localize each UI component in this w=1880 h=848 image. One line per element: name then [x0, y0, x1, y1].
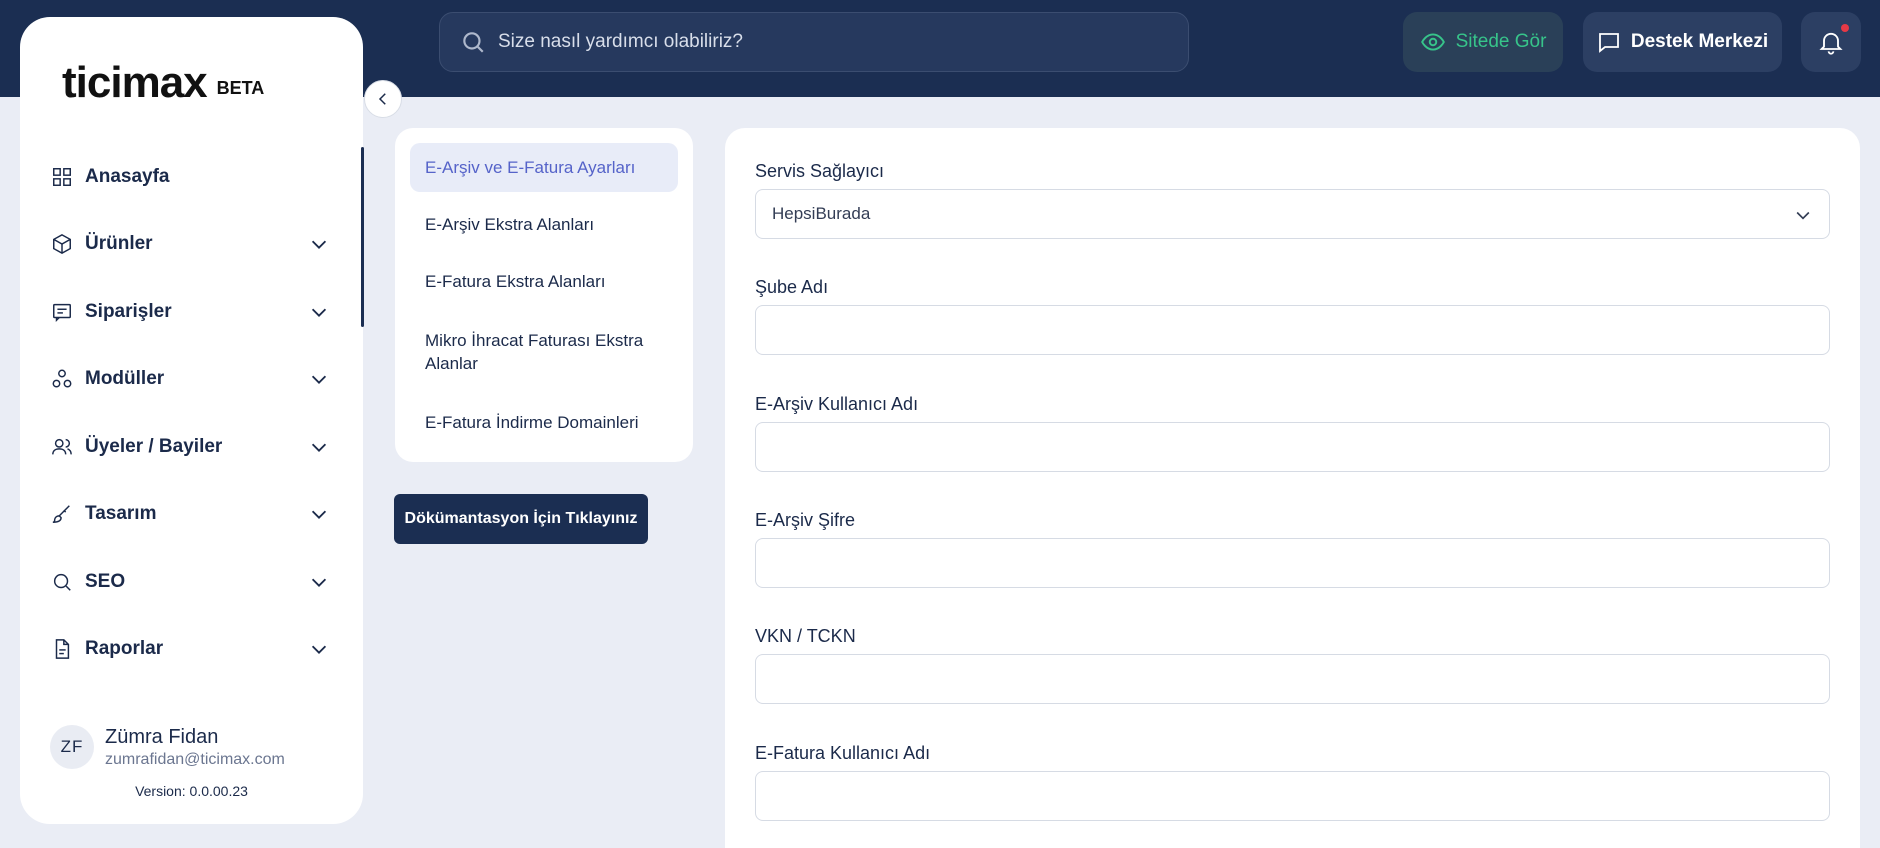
service-provider-label: Servis Sağlayıcı: [755, 161, 885, 181]
e-arsiv-kullanici-adi-label: E-Arşiv Kullanıcı Adı: [755, 394, 919, 414]
sidebar-item-urunler[interactable]: Ürünler: [50, 224, 330, 264]
sidebar-item-moduller[interactable]: Modüller: [50, 359, 330, 399]
sidebar-item-siparisler[interactable]: Siparişler: [50, 292, 330, 332]
sidebar-item-anasayfa[interactable]: Anasayfa: [50, 157, 330, 197]
e-arsiv-kullanici-adi-field[interactable]: [755, 422, 1830, 472]
search-icon: [463, 32, 484, 53]
tab-mikro-ihracat-faturasi[interactable]: Mikro İhracat Faturası Ekstra Alanlar: [410, 324, 678, 380]
users-icon: [50, 435, 74, 459]
notification-badge: [1841, 24, 1849, 32]
brand-logo[interactable]: ticimax BETA: [62, 61, 264, 105]
brush-icon: [50, 502, 74, 526]
eye-icon: [1420, 33, 1445, 51]
tab-e-fatura-ekstra-alanlari[interactable]: E-Fatura Ekstra Alanları: [410, 257, 678, 306]
vkn-tckn-field[interactable]: [755, 654, 1830, 704]
documentation-button[interactable]: Dökümantasyon İçin Tıklayınız: [394, 494, 648, 544]
service-provider-select[interactable]: HepsiBurada: [755, 189, 1830, 239]
avatar: ZF: [50, 725, 94, 769]
support-center-button[interactable]: Destek Merkezi: [1583, 12, 1782, 72]
e-arsiv-sifre-label: E-Arşiv Şifre: [755, 510, 856, 530]
sidebar-item-label: Tasarım: [85, 503, 157, 524]
bell-icon: [1819, 32, 1843, 55]
document-icon: [50, 637, 74, 661]
chevron-down-icon: [311, 375, 327, 384]
box-icon: [50, 232, 74, 256]
modules-icon: [50, 367, 74, 391]
chevron-down-icon: [311, 308, 327, 317]
collapse-sidebar-button[interactable]: [364, 80, 402, 118]
e-fatura-kullanici-adi-field[interactable]: [755, 771, 1830, 821]
chevron-left-icon: [378, 93, 386, 105]
sidebar-item-label: Raporlar: [85, 638, 164, 659]
service-provider-value: HepsiBurada: [772, 204, 871, 223]
sidebar-item-label: Üyeler / Bayiler: [85, 436, 223, 457]
chevron-down-icon: [311, 240, 327, 249]
tab-e-arsiv-e-fatura-ayarlari[interactable]: E-Arşiv ve E-Fatura Ayarları: [410, 143, 678, 192]
user-email: zumrafidan@ticimax.com: [105, 750, 285, 768]
sube-adi-label: Şube Adı: [755, 277, 829, 297]
tab-e-fatura-indirme-domainleri[interactable]: E-Fatura İndirme Domainleri: [410, 398, 678, 447]
chat-icon: [1598, 33, 1619, 53]
notifications-button[interactable]: [1801, 12, 1861, 72]
sidebar-item-label: Modüller: [85, 368, 165, 389]
e-arsiv-sifre-field[interactable]: [755, 538, 1830, 588]
sidebar-item-label: SEO: [85, 571, 126, 592]
logo-wordmark: ticimax: [62, 58, 208, 107]
sidebar-item-seo[interactable]: SEO: [50, 562, 330, 602]
grid-icon: [50, 165, 74, 189]
user-profile[interactable]: ZF Zümra Fidan zumrafidan@ticimax.com: [50, 725, 285, 769]
sidebar-item-uyeler-bayiler[interactable]: Üyeler / Bayiler: [50, 427, 330, 467]
sube-adi-field[interactable]: [755, 305, 1830, 355]
chevron-down-icon: [311, 510, 327, 519]
view-on-site-button[interactable]: Sitede Gör: [1403, 12, 1563, 72]
tab-e-arsiv-ekstra-alanlari[interactable]: E-Arşiv Ekstra Alanları: [410, 200, 678, 249]
chevron-down-icon: [1796, 211, 1810, 220]
sidebar: ticimax BETA Anasayfa Ürünler Siparişler…: [20, 17, 402, 824]
beta-label: BETA: [216, 78, 265, 98]
chevron-down-icon: [311, 443, 327, 452]
app-version: Version: 0.0.00.23: [135, 783, 248, 799]
sidebar-item-raporlar[interactable]: Raporlar: [50, 629, 330, 669]
settings-tabs: E-Arşiv ve E-Fatura Ayarları E-Arşiv Eks…: [395, 128, 693, 462]
search-input[interactable]: [498, 31, 1138, 53]
sidebar-item-label: Siparişler: [85, 301, 172, 322]
user-name: Zümra Fidan: [105, 725, 219, 748]
search-box[interactable]: [439, 12, 1189, 72]
chevron-down-icon: [311, 645, 327, 654]
sidebar-scrollbar[interactable]: [361, 147, 364, 327]
search-icon: [50, 570, 74, 594]
sidebar-item-tasarim[interactable]: Tasarım: [50, 494, 330, 534]
view-on-site-label: Sitede Gör: [1455, 31, 1547, 52]
sidebar-item-label: Ürünler: [85, 233, 153, 254]
support-center-label: Destek Merkezi: [1630, 31, 1769, 52]
vkn-tckn-label: VKN / TCKN: [755, 626, 856, 646]
settings-form: Servis Sağlayıcı HepsiBurada Şube Adı E-…: [725, 128, 1860, 848]
e-fatura-kullanici-adi-label: E-Fatura Kullanıcı Adı: [755, 743, 931, 763]
chevron-down-icon: [311, 578, 327, 587]
receipt-icon: [50, 300, 74, 324]
sidebar-item-label: Anasayfa: [85, 166, 170, 187]
